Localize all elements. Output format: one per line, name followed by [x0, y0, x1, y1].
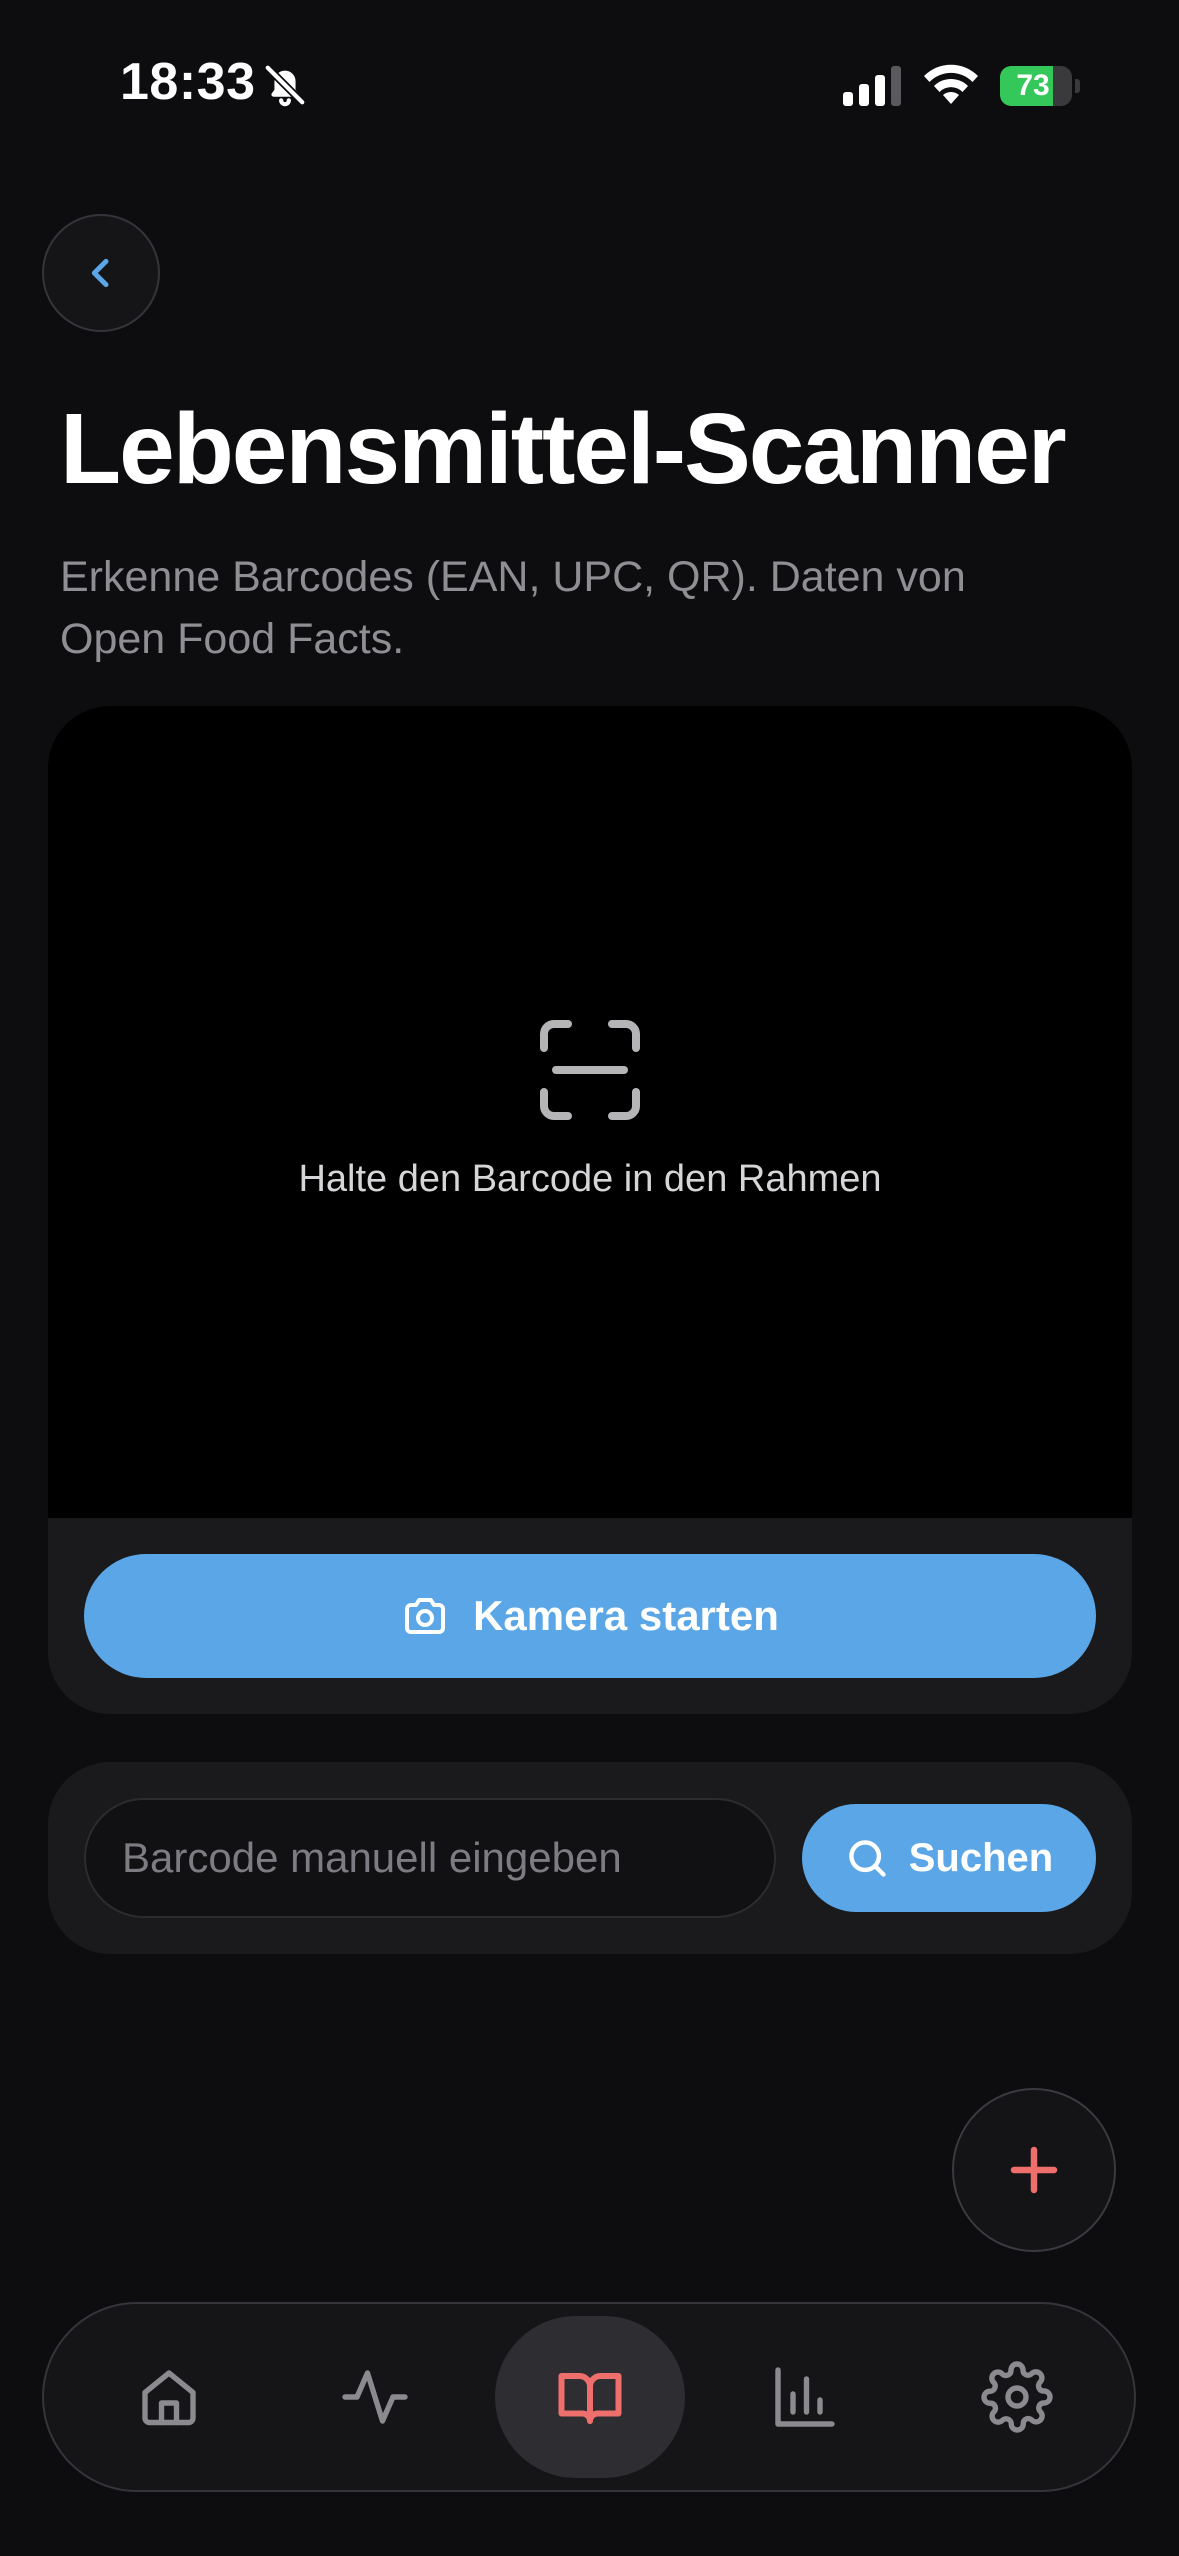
battery-charging-icon: 73	[1000, 66, 1080, 106]
start-camera-button[interactable]: Kamera starten	[84, 1554, 1096, 1678]
cellular-signal-icon	[843, 66, 901, 106]
camera-icon	[405, 1598, 446, 1634]
book-open-icon	[558, 2373, 622, 2424]
barcode-input[interactable]	[84, 1798, 776, 1918]
scanner-card: Halte den Barcode in den Rahmen Kamera s…	[48, 706, 1132, 1714]
back-button[interactable]	[42, 214, 160, 332]
camera-viewport: Halte den Barcode in den Rahmen	[48, 706, 1132, 1518]
tab-home[interactable]	[74, 2316, 264, 2478]
status-bar: 18:33 73	[0, 0, 1179, 170]
start-camera-label: Kamera starten	[473, 1592, 779, 1639]
scan-frame-icon	[540, 1020, 640, 1120]
search-button[interactable]: Suchen	[802, 1804, 1096, 1912]
bar-chart-icon	[775, 2367, 835, 2427]
battery-level: 73	[1016, 69, 1050, 102]
home-icon	[142, 2370, 196, 2426]
tab-statistics[interactable]	[710, 2316, 900, 2478]
tab-bar	[42, 2302, 1136, 2492]
scan-hint: Halte den Barcode in den Rahmen	[298, 1158, 882, 1200]
activity-icon	[342, 2370, 408, 2424]
search-label: Suchen	[908, 1835, 1054, 1880]
tab-journal[interactable]	[495, 2316, 685, 2478]
tab-activity[interactable]	[280, 2316, 470, 2478]
chevron-left-icon	[91, 258, 109, 288]
manual-entry-card: Suchen	[48, 1762, 1132, 1954]
bell-muted-icon	[263, 63, 307, 107]
wifi-icon	[924, 64, 978, 104]
add-fab-button[interactable]	[952, 2088, 1116, 2252]
status-time: 18:33	[120, 53, 256, 111]
page-title: Lebensmittel-Scanner	[60, 393, 1067, 505]
page-subtitle: Erkenne Barcodes (EAN, UPC, QR). Daten v…	[60, 553, 966, 663]
search-icon	[848, 1840, 886, 1877]
tab-settings[interactable]	[922, 2316, 1112, 2478]
plus-icon	[1010, 2146, 1058, 2194]
gear-icon	[981, 2361, 1053, 2433]
